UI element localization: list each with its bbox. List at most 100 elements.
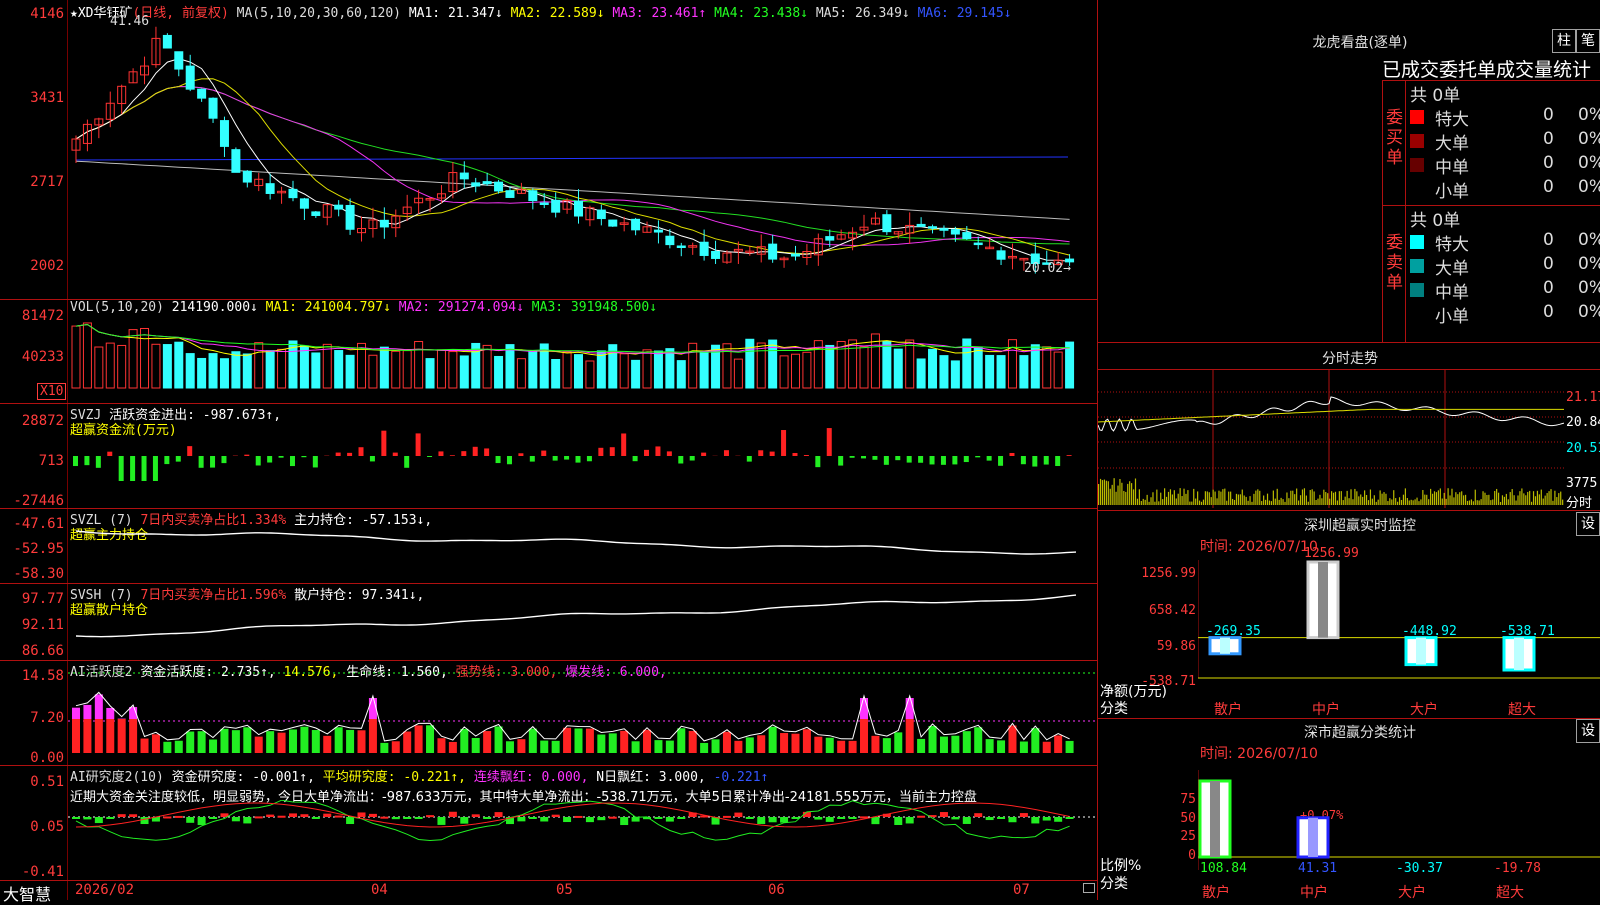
research-bar <box>483 817 491 819</box>
ai-research-chart[interactable] <box>68 800 1097 880</box>
price-chart[interactable] <box>68 0 1097 299</box>
active-bar <box>243 727 251 753</box>
monitor-value-label: -448.92 <box>1402 624 1457 639</box>
svsh-axis-1: 92.11 <box>0 617 64 633</box>
air-axis-1: 0.05 <box>0 819 64 835</box>
active-bar <box>209 740 217 753</box>
intra-vol-bar <box>1465 495 1466 505</box>
flow-bar <box>1021 456 1026 464</box>
intra-vol-bar <box>1444 493 1445 505</box>
volume-bar <box>700 351 708 388</box>
intra-vol-bar <box>1104 480 1105 505</box>
price-axis-1: 3431 <box>0 90 64 106</box>
intra-vol-bar <box>1428 499 1429 505</box>
active-bar <box>712 739 720 753</box>
vol-chart[interactable] <box>68 300 1097 403</box>
intra-vol-bar <box>1129 481 1130 505</box>
intra-vol-bar <box>1457 494 1458 505</box>
buy-total: 共 0单 <box>1410 81 1460 106</box>
stats-bar-shade <box>1308 818 1318 857</box>
stats-settings-button[interactable]: 设 <box>1576 719 1600 743</box>
active-bar <box>780 733 788 753</box>
intra-vol-bar <box>1552 501 1553 505</box>
candle-body <box>289 189 297 197</box>
research-bar <box>723 816 731 818</box>
flow-bar <box>975 456 980 457</box>
intra-vol-bar <box>1275 499 1276 505</box>
candle-body <box>575 201 583 216</box>
intra-vol-bar <box>1372 499 1373 505</box>
flow-bar <box>176 456 181 462</box>
flow-bar <box>301 456 306 457</box>
candle-body <box>597 210 605 218</box>
intra-vol-bar <box>1434 491 1435 505</box>
flow-bar <box>655 446 660 456</box>
active-bar <box>654 740 662 753</box>
intra-vol-bar <box>1119 479 1120 505</box>
date-0: 2026/02 <box>75 882 134 898</box>
active-bar <box>106 719 114 753</box>
intra-vol-bar <box>1112 485 1113 505</box>
intra-vol-bar <box>1178 494 1179 505</box>
research-bar <box>278 816 286 818</box>
research-bar <box>837 817 845 819</box>
svzl-chart[interactable] <box>68 509 1097 583</box>
active-bar <box>118 719 126 753</box>
active-bar <box>997 740 1005 753</box>
flow-bar <box>998 456 1003 466</box>
intra-vol-bar <box>1426 495 1427 505</box>
intra-vol-bar <box>1525 495 1526 505</box>
intra-vol-bar <box>1490 500 1491 505</box>
stats-chart[interactable] <box>1198 770 1600 900</box>
intra-vol-bar <box>1469 500 1470 505</box>
intra-vol-bar <box>1405 488 1406 505</box>
dragon-vsep2 <box>1405 80 1406 342</box>
research-bar <box>95 817 103 823</box>
ai-active-chart[interactable] <box>68 661 1097 765</box>
lock-icon[interactable] <box>1083 883 1095 893</box>
candle-body <box>769 244 777 259</box>
active-bar <box>437 738 445 753</box>
intra-vol-bar <box>1515 501 1516 505</box>
intra-vol-bar <box>1284 502 1285 505</box>
svsh-chart[interactable] <box>68 584 1097 660</box>
stats-bar-shade <box>1210 781 1220 857</box>
bar-mode-button[interactable]: 柱 <box>1552 29 1576 53</box>
tick-mode-button[interactable]: 笔 <box>1576 29 1600 53</box>
intra-vol-bar <box>1187 490 1188 505</box>
active-bar <box>380 743 388 753</box>
intra-vol-bar <box>1271 501 1272 505</box>
monitor-time: 时间: 2026/07/10 <box>1200 536 1318 556</box>
intra-vol-bar <box>1327 493 1328 505</box>
flow-bar <box>872 456 877 460</box>
intra-axis-0: 21.17 <box>1566 390 1600 405</box>
volume-bar <box>95 347 103 388</box>
intra-vol-bar <box>1117 486 1118 505</box>
intra-vol-bar <box>1401 500 1402 505</box>
research-bar <box>209 817 217 819</box>
active-bar <box>849 741 857 753</box>
monitor-settings-button[interactable]: 设 <box>1576 512 1600 536</box>
intra-vol-bar <box>1347 491 1348 505</box>
intra-vol-bar <box>1348 498 1349 505</box>
active-bar <box>83 719 91 753</box>
volume-bar <box>734 359 742 388</box>
research-bar <box>597 817 605 820</box>
monitor-bar-shade <box>1318 562 1328 638</box>
research-bar <box>358 812 366 817</box>
monitor-title: 深圳超赢实时监控 <box>1260 515 1460 535</box>
high-label: 41.46 <box>110 14 149 29</box>
candle-body <box>495 182 503 191</box>
intra-vol-bar <box>1446 499 1447 505</box>
intra-vol-bar <box>1249 496 1250 505</box>
intra-vol-bar <box>1366 495 1367 505</box>
intra-vol-bar <box>1337 500 1338 505</box>
intra-vol-bar <box>1282 499 1283 505</box>
research-bar <box>198 817 206 825</box>
intraday-chart[interactable] <box>1098 370 1564 508</box>
intra-vol-bar <box>1314 491 1315 505</box>
volume-bar <box>312 353 320 388</box>
buy-row-count: 0 <box>1543 153 1554 173</box>
intra-vol-bar <box>1378 500 1379 505</box>
svzj-chart[interactable] <box>68 404 1097 508</box>
